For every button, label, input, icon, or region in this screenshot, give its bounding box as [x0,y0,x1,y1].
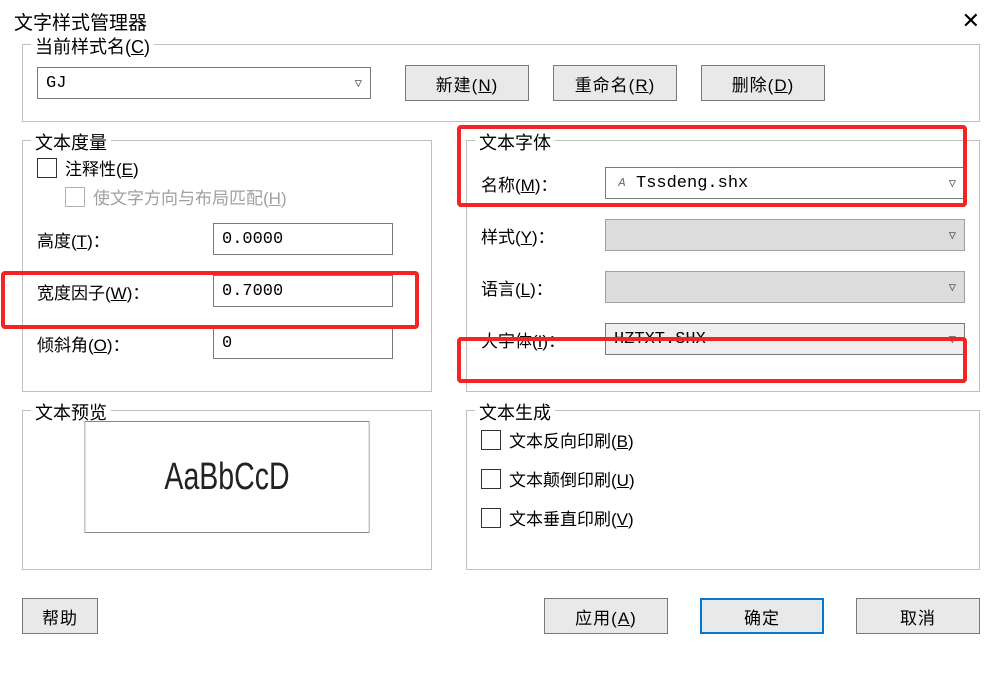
match-orientation-label: 使文字方向与布局匹配(H) [93,184,287,209]
width-factor-label: 宽度因子(W)： [37,279,213,304]
big-font-value: HZTXT.SHX [614,330,706,349]
close-icon[interactable]: ✕ [954,6,988,36]
new-button[interactable]: 新建(N) [405,65,529,101]
upsidedown-checkbox[interactable] [481,469,501,489]
chevron-down-icon: ▽ [949,332,956,347]
chevron-down-icon: ▽ [949,280,956,295]
font-lang-label: 语言(L)： [481,275,605,300]
generate-legend: 文本生成 [475,399,555,425]
chevron-down-icon: ▽ [949,228,956,243]
annotative-label: 注释性(E) [65,155,139,180]
metrics-legend: 文本度量 [31,129,111,155]
style-name-value: GJ [46,74,66,93]
oblique-input[interactable] [213,327,393,359]
font-name-label: 名称(M)： [481,171,605,196]
font-lang-dropdown: ▽ [605,271,965,303]
backward-label: 文本反向印刷(B) [509,427,634,452]
current-style-legend: 当前样式名(C) [31,33,154,59]
rename-button[interactable]: 重命名(R) [553,65,677,101]
big-font-label: 大字体(I)： [481,327,605,352]
delete-button[interactable]: 删除(D) [701,65,825,101]
chevron-down-icon: ▽ [355,76,362,91]
font-style-dropdown: ▽ [605,219,965,251]
oblique-label: 倾斜角(O)： [37,331,213,356]
annotative-checkbox[interactable] [37,158,57,178]
preview-sample: AaBbCcD [164,456,289,499]
width-factor-input[interactable] [213,275,393,307]
font-name-value: Tssdeng.shx [636,174,748,193]
match-orientation-checkbox [65,187,85,207]
preview-box: AaBbCcD [85,421,370,533]
ok-button[interactable]: 确定 [700,598,824,634]
backward-checkbox[interactable] [481,430,501,450]
font-style-label: 样式(Y)： [481,223,605,248]
font-name-dropdown[interactable]: A Tssdeng.shx ▽ [605,167,965,199]
big-font-dropdown[interactable]: HZTXT.SHX ▽ [605,323,965,355]
font-file-icon: A [614,176,630,190]
height-input[interactable] [213,223,393,255]
font-legend: 文本字体 [475,129,555,155]
height-label: 高度(T)： [37,227,213,252]
chevron-down-icon: ▽ [949,176,956,191]
style-name-dropdown[interactable]: GJ ▽ [37,67,371,99]
help-button[interactable]: 帮助 [22,598,98,634]
dialog-title: 文字样式管理器 [14,8,147,35]
apply-button[interactable]: 应用(A) [544,598,668,634]
vertical-checkbox[interactable] [481,508,501,528]
vertical-label: 文本垂直印刷(V) [509,505,634,530]
upsidedown-label: 文本颠倒印刷(U) [509,466,635,491]
cancel-button[interactable]: 取消 [856,598,980,634]
